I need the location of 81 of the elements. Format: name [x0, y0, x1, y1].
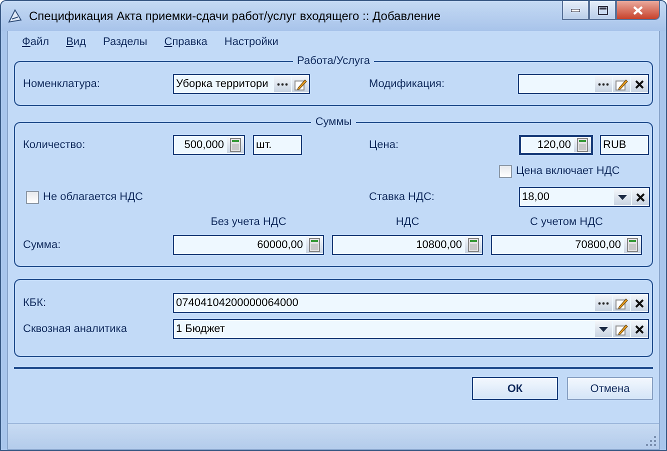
browse-button[interactable] — [595, 295, 612, 311]
ellipsis-icon — [598, 82, 609, 86]
edit-button[interactable] — [613, 76, 630, 92]
menu-item[interactable]: Справка — [164, 36, 208, 55]
pencil-icon — [615, 296, 628, 310]
column-heading: Без учета НДС — [210, 216, 288, 228]
amount-field[interactable]: 60000,00 — [173, 235, 324, 255]
clear-button[interactable] — [631, 321, 648, 337]
menu-item[interactable]: Файл — [22, 36, 50, 55]
checkbox-label: Цена включает НДС — [516, 165, 621, 177]
close-button[interactable] — [616, 1, 660, 20]
currency-field[interactable]: RUB — [600, 135, 649, 155]
field-label: Количество: — [23, 139, 86, 151]
caret-icon — [618, 194, 627, 200]
pencil-icon — [615, 322, 628, 336]
modification-field[interactable] — [518, 74, 649, 94]
group-title: Работа/Услуга — [296, 55, 371, 67]
minimize-button[interactable] — [562, 1, 589, 20]
browse-button[interactable] — [595, 76, 612, 92]
close-icon — [635, 80, 644, 88]
browse-button[interactable] — [274, 76, 291, 92]
amount-field[interactable]: 10800,00 — [332, 235, 483, 255]
app-icon — [7, 8, 23, 24]
lookup-field[interactable]: 1 Бюджет — [173, 319, 649, 339]
calculator-icon — [627, 238, 638, 252]
caret-icon — [599, 326, 608, 332]
group-title: Суммы — [314, 116, 353, 128]
calculator-button[interactable] — [624, 237, 641, 253]
field-label: Сквозная аналитика — [23, 323, 128, 335]
maximize-icon — [598, 6, 608, 14]
minimize-icon — [571, 8, 580, 12]
field-label: Номенклатура: — [23, 78, 101, 90]
field-label: КБК: — [23, 297, 48, 309]
close-icon — [635, 298, 644, 308]
ellipsis-icon — [598, 302, 609, 304]
clear-button[interactable] — [631, 76, 648, 92]
close-icon — [635, 324, 644, 334]
checkbox[interactable] — [499, 164, 512, 178]
clear-button[interactable] — [631, 295, 648, 311]
calculator-button[interactable] — [306, 237, 323, 253]
calculator-icon — [577, 138, 588, 152]
checkbox[interactable] — [26, 190, 39, 204]
quantity-field[interactable]: 500,000 — [173, 135, 245, 155]
calculator-button[interactable] — [227, 137, 244, 153]
lookup-field[interactable]: 07404104200000064000 — [173, 293, 649, 313]
menu-item[interactable]: Вид — [66, 36, 86, 55]
menu-item[interactable]: Разделы — [102, 36, 148, 55]
menu-item[interactable]: Настройки — [224, 36, 278, 55]
pencil-icon — [294, 78, 307, 90]
close-icon — [633, 6, 643, 14]
field-label: Ставка НДС: — [369, 191, 436, 203]
dropdown-button[interactable] — [595, 321, 612, 337]
pencil-icon — [615, 78, 628, 90]
unit-field[interactable]: шт. — [253, 135, 302, 155]
calculator-icon — [468, 238, 479, 252]
dialog-button[interactable]: Отмена — [567, 377, 653, 400]
close-icon — [636, 192, 645, 202]
maximize-button[interactable] — [589, 1, 616, 20]
edit-button[interactable] — [613, 321, 630, 337]
column-heading: С учетом НДС — [529, 216, 604, 228]
calculator-button[interactable] — [465, 237, 482, 253]
edit-button[interactable] — [292, 76, 309, 92]
price-field[interactable]: 120,00 — [519, 135, 593, 155]
resize-grip-icon — [646, 436, 656, 446]
calculator-button[interactable] — [574, 138, 591, 152]
edit-button[interactable] — [613, 295, 630, 311]
amount-field[interactable]: 70800,00 — [491, 235, 642, 255]
vat-rate-dropdown[interactable]: 18,00 — [519, 187, 650, 207]
calculator-icon — [230, 138, 241, 152]
checkbox-label: Не облагается НДС — [43, 191, 144, 203]
ellipsis-icon — [277, 82, 288, 86]
calculator-icon — [309, 238, 320, 252]
field-label: Сумма: — [23, 239, 62, 251]
window-title: Спецификация Акта приемки-сдачи работ/услуг входящего :: Добавление — [29, 9, 441, 23]
field-label: Цена: — [369, 139, 400, 151]
clear-button[interactable] — [632, 189, 649, 205]
dialog-button[interactable]: ОК — [472, 377, 558, 400]
dropdown-button[interactable] — [614, 189, 631, 205]
column-heading: НДС — [394, 216, 420, 228]
nomenclature-field[interactable]: Уборка территори — [173, 74, 310, 94]
field-label: Модификация: — [369, 78, 446, 90]
